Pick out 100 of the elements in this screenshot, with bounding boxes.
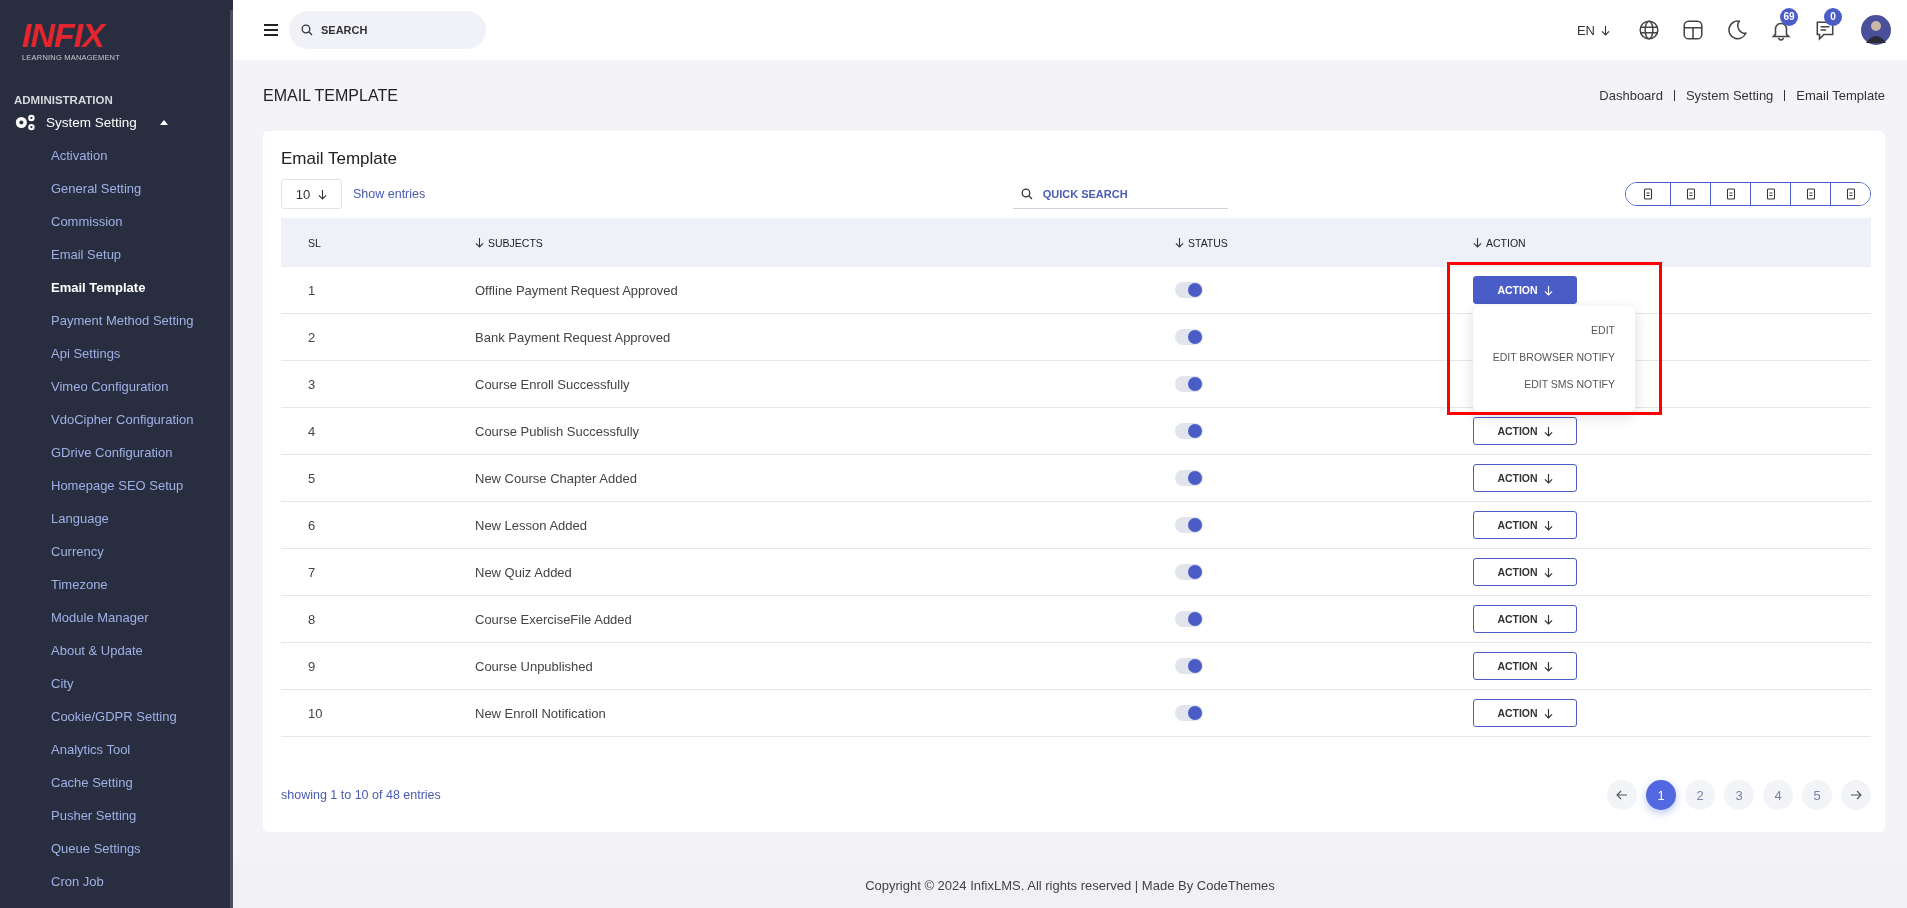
moon-icon[interactable] [1726,19,1748,41]
search-icon [1020,188,1033,200]
sidebar-item[interactable]: Commission [0,205,233,238]
entries-summary: showing 1 to 10 of 48 entries [281,788,441,802]
sidebar-item[interactable]: Language [0,502,233,535]
status-toggle[interactable] [1175,329,1203,346]
breadcrumb-link[interactable]: Email Template [1796,88,1885,103]
subject-text: Course Publish Successfully [475,423,640,439]
show-entries-label: Show entries [353,187,426,201]
sidebar-item[interactable]: Timezone [0,568,233,601]
menu-item[interactable]: EDIT BROWSER NOTIFY [1492,344,1615,371]
message-count: 0 [1824,8,1842,26]
page-button[interactable]: 5 [1802,780,1832,810]
sidebar-item[interactable]: Api Settings [0,337,233,370]
subject-text: New Quiz Added [475,564,572,580]
subject-text: New Course Chapter Added [475,470,637,486]
subject-text: Offline Payment Request Approved [475,282,678,298]
status-toggle[interactable] [1175,423,1203,440]
page-button[interactable]: 1 [1646,780,1676,810]
action-button[interactable]: ACTION [1473,417,1577,445]
serial-number: 3 [308,376,316,392]
action-button[interactable]: ACTION [1473,605,1577,633]
sidebar-item[interactable]: Cookie/GDPR Setting [0,700,233,733]
sidebar-item[interactable]: Cron Job [0,865,233,898]
search-field[interactable]: SEARCH [289,11,486,49]
status-toggle[interactable] [1175,282,1203,299]
breadcrumb-link[interactable]: System Setting [1685,88,1774,103]
sort-arrow-icon [475,236,484,248]
status-toggle[interactable] [1175,517,1203,534]
sidebar-item[interactable]: City [0,667,233,700]
sidebar-item[interactable]: Vimeo Configuration [0,370,233,403]
page-button[interactable]: 2 [1685,780,1715,810]
arrow-down-icon [1543,566,1553,578]
action-button[interactable]: ACTION [1473,464,1577,492]
status-toggle[interactable] [1175,611,1203,628]
arrow-down-icon [1543,613,1553,625]
status-toggle[interactable] [1175,376,1203,393]
page-button[interactable]: 3 [1724,780,1754,810]
arrow-right-icon [1850,789,1862,801]
sidebar-item[interactable]: Pusher Setting [0,799,233,832]
sidebar-item[interactable]: Homepage SEO Setup [0,469,233,502]
language-dropdown[interactable]: EN [1576,22,1610,38]
subject-text: Bank Payment Request Approved [475,329,671,345]
sidebar-item[interactable]: Activation [0,139,233,172]
sidebar-item[interactable]: Analytics Tool [0,733,233,766]
sidebar-item[interactable]: General Setting [0,172,233,205]
sidebar-item[interactable]: About & Update [0,634,233,667]
subject-text: Course Unpublished [475,658,593,674]
action-button[interactable]: ACTION [1473,276,1577,304]
subject-text: Course Enroll Successfully [475,376,630,392]
avatar[interactable] [1861,15,1891,45]
sidebar-item[interactable]: GDrive Configuration [0,436,233,469]
subject-text: New Enroll Notification [475,705,606,721]
page-button[interactable]: 4 [1763,780,1793,810]
arrow-down-icon [1543,425,1553,437]
column-header[interactable]: ACTION [1473,218,1871,267]
serial-number: 6 [308,517,316,533]
action-button[interactable]: ACTION [1473,652,1577,680]
arrow-down-icon [1543,284,1553,296]
layout-icon[interactable] [1682,19,1704,41]
serial-number: 9 [308,658,316,674]
action-button[interactable]: ACTION [1473,699,1577,727]
status-toggle[interactable] [1175,564,1203,581]
arrow-down-icon [1543,660,1553,672]
breadcrumb-link[interactable]: Dashboard [1599,88,1663,103]
sidebar-item[interactable]: Currency [0,535,233,568]
status-toggle[interactable] [1175,658,1203,675]
sidebar-item[interactable]: Cache Setting [0,766,233,799]
status-toggle[interactable] [1175,470,1203,487]
arrow-down-icon [1543,472,1553,484]
sidebar-item[interactable]: Payment Method Setting [0,304,233,337]
section-heading: ADMINISTRATION [13,93,114,106]
arrow-down-icon [1543,519,1553,531]
sidebar-item[interactable]: VdoCipher Configuration [0,403,233,436]
sort-arrow-icon [1175,236,1184,248]
column-header[interactable]: STATUS [1175,218,1473,267]
menu-item[interactable]: EDIT [1591,317,1615,344]
card-title: Email Template [281,149,398,169]
subject-text: New Lesson Added [475,517,588,533]
sidebar-item[interactable]: Queue Settings [0,832,233,865]
sidebar-item[interactable]: Email Setup [0,238,233,271]
menu-icon[interactable] [263,24,279,36]
chat-icon[interactable] [1814,19,1836,41]
action-button[interactable]: ACTION [1473,558,1577,586]
menu-item[interactable]: EDIT SMS NOTIFY [1524,371,1615,398]
serial-number: 7 [308,564,316,580]
sidebar-item[interactable]: Email Template [0,271,233,304]
sort-arrow-icon [1473,236,1482,248]
sidebar-item[interactable]: Module Manager [0,601,233,634]
globe-icon[interactable] [1638,19,1660,41]
sidebar-group[interactable]: System Setting [0,106,233,139]
column-header[interactable]: SUBJECTS [475,218,1175,267]
serial-number: 2 [308,329,316,345]
status-toggle[interactable] [1175,705,1203,722]
column-header[interactable]: SL [281,218,475,267]
serial-number: 5 [308,470,316,486]
action-button[interactable]: ACTION [1473,511,1577,539]
arrow-down-icon [1601,24,1610,36]
subject-text: Course ExerciseFile Added [475,611,632,627]
page-size-select[interactable]: 10 [281,179,342,209]
